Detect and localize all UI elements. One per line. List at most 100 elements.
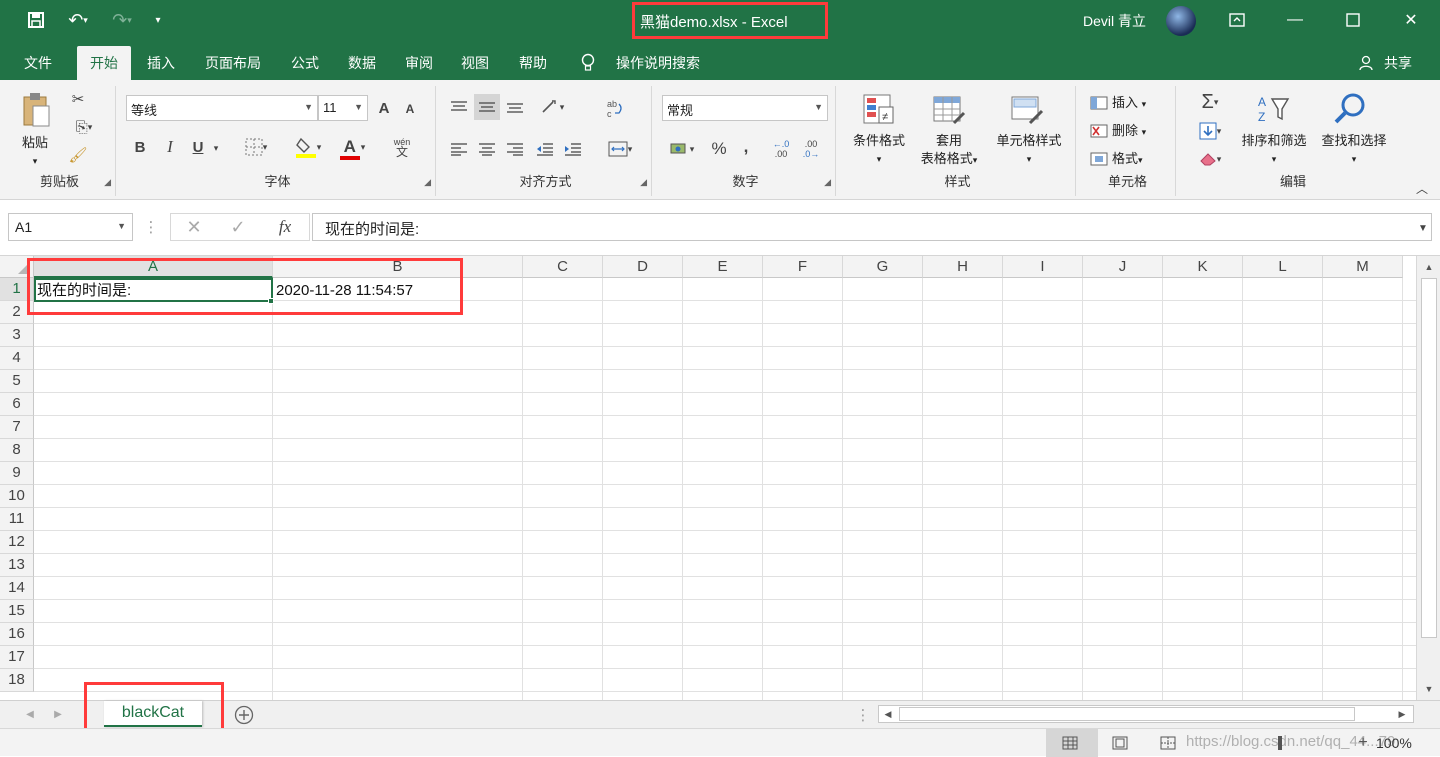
column-header-i[interactable]: I	[1003, 256, 1083, 278]
column-header-k[interactable]: K	[1163, 256, 1243, 278]
tab-help[interactable]: 帮助	[508, 46, 558, 80]
increase-indent-icon[interactable]	[560, 136, 586, 162]
tab-review[interactable]: 审阅	[394, 46, 444, 80]
tell-me-search[interactable]: 操作说明搜索	[608, 46, 708, 80]
row-header-14[interactable]: 14	[0, 577, 34, 600]
format-cells-button[interactable]: 格式▾	[1112, 150, 1172, 169]
insert-cells-icon[interactable]	[1088, 92, 1110, 114]
decrease-font-icon[interactable]: A	[400, 98, 420, 120]
more-options-icon[interactable]: ⋮	[144, 218, 159, 236]
column-header-l[interactable]: L	[1243, 256, 1323, 278]
scroll-left-icon[interactable]: ◀	[881, 707, 895, 721]
comma-style-button[interactable]: ,	[734, 134, 758, 160]
cut-icon[interactable]: ✂	[66, 88, 90, 110]
conditional-formatting-icon[interactable]: ≠	[860, 92, 898, 128]
chevron-down-icon[interactable]: ▾	[844, 150, 914, 168]
collapse-ribbon-icon[interactable]: ︿	[1412, 180, 1432, 196]
clear-icon[interactable]: ▾	[1190, 148, 1230, 170]
save-icon[interactable]	[24, 8, 48, 32]
align-top-icon[interactable]	[446, 94, 472, 120]
cancel-icon[interactable]: ✕	[182, 216, 206, 238]
add-sheet-icon[interactable]	[232, 703, 256, 727]
vertical-scroll-thumb[interactable]	[1421, 278, 1437, 638]
accounting-format-icon[interactable]: ▾	[662, 136, 702, 162]
scroll-down-icon[interactable]: ▼	[1421, 682, 1437, 696]
find-select-button[interactable]: 查找和选择	[1312, 132, 1396, 150]
tab-file[interactable]: 文件	[10, 46, 66, 80]
phonetic-guide-icon[interactable]: wén 文	[380, 132, 424, 162]
align-center-icon[interactable]	[474, 136, 500, 162]
format-as-table-icon[interactable]	[930, 92, 968, 128]
align-bottom-icon[interactable]	[502, 94, 528, 120]
copy-icon[interactable]: ⎘ ▾	[66, 116, 102, 138]
row-header-18[interactable]: 18	[0, 669, 34, 692]
align-left-icon[interactable]	[446, 136, 472, 162]
italic-button[interactable]: I	[158, 134, 182, 160]
dialog-launcher-icon[interactable]: ◢	[824, 177, 831, 188]
insert-function-icon[interactable]: fx	[270, 216, 300, 238]
align-middle-icon[interactable]	[474, 94, 500, 120]
customize-qat-icon[interactable]: ▾	[150, 8, 166, 32]
dialog-launcher-icon[interactable]: ◢	[640, 177, 647, 188]
row-header-13[interactable]: 13	[0, 554, 34, 577]
worksheet-grid[interactable]: ABCDEFGHIJKLM 1 2 3 4 5 6 7 8 9 10 11 12 13 14 15 16 17 1…	[0, 256, 1440, 700]
splitter-handle-icon[interactable]: ⋮	[856, 706, 871, 724]
align-right-icon[interactable]	[502, 136, 528, 162]
ribbon-display-icon[interactable]	[1208, 0, 1266, 40]
autosum-icon[interactable]: Σ ▾	[1190, 90, 1230, 114]
paste-dropdown-icon[interactable]: ▾	[12, 152, 58, 170]
row-header-8[interactable]: 8	[0, 439, 34, 462]
dialog-launcher-icon[interactable]: ◢	[424, 177, 431, 188]
column-header-h[interactable]: H	[923, 256, 1003, 278]
font-name-combo[interactable]: 等线 ▼	[126, 95, 318, 121]
prev-sheet-icon[interactable]: ◀	[22, 706, 38, 722]
tab-data[interactable]: 数据	[338, 46, 386, 80]
bold-button[interactable]: B	[128, 134, 152, 160]
minimize-icon[interactable]: —	[1266, 0, 1324, 40]
font-color-icon[interactable]: A ▾	[332, 132, 372, 162]
expand-formula-bar-icon[interactable]: ▼	[1414, 220, 1432, 236]
wrap-text-icon[interactable]: ab c	[600, 94, 630, 124]
tab-insert[interactable]: 插入	[136, 46, 186, 80]
page-layout-view-icon[interactable]	[1110, 734, 1130, 752]
next-sheet-icon[interactable]: ▶	[50, 706, 66, 722]
enter-icon[interactable]: ✓	[226, 216, 250, 238]
sort-filter-button[interactable]: 排序和筛选	[1232, 132, 1316, 150]
maximize-icon[interactable]	[1324, 0, 1382, 40]
zoom-level[interactable]: 100%	[1376, 735, 1412, 751]
chevron-down-icon[interactable]: ▾	[1312, 150, 1396, 168]
fill-color-icon[interactable]: ▾	[288, 132, 328, 162]
row-header-6[interactable]: 6	[0, 393, 34, 416]
number-format-combo[interactable]: 常规 ▼	[662, 95, 828, 121]
row-header-9[interactable]: 9	[0, 462, 34, 485]
find-select-icon[interactable]	[1330, 90, 1370, 128]
formula-input[interactable]: 现在的时间是:	[312, 213, 1432, 241]
tab-page-layout[interactable]: 页面布局	[196, 46, 270, 80]
tab-home[interactable]: 开始	[77, 46, 131, 80]
row-header-17[interactable]: 17	[0, 646, 34, 669]
scroll-right-icon[interactable]: ▶	[1395, 707, 1409, 721]
row-header-3[interactable]: 3	[0, 324, 34, 347]
chevron-down-icon[interactable]: ▾	[984, 150, 1074, 168]
column-header-c[interactable]: C	[523, 256, 603, 278]
merge-center-icon[interactable]: ▾	[600, 136, 640, 162]
share-button[interactable]: 共享	[1378, 46, 1418, 80]
percent-style-button[interactable]: %	[706, 136, 732, 162]
row-header-10[interactable]: 10	[0, 485, 34, 508]
font-size-combo[interactable]: 11 ▼	[318, 95, 368, 121]
paste-label[interactable]: 粘贴	[12, 134, 58, 152]
insert-cells-button[interactable]: 插入 ▾	[1112, 94, 1172, 113]
zoom-in-icon[interactable]: +	[1354, 733, 1372, 753]
user-name[interactable]: Devil 青立	[1083, 11, 1146, 31]
column-header-f[interactable]: F	[763, 256, 843, 278]
avatar[interactable]	[1166, 6, 1196, 36]
underline-button[interactable]: U	[186, 134, 210, 160]
horizontal-scroll-thumb[interactable]	[899, 707, 1355, 721]
column-header-j[interactable]: J	[1083, 256, 1163, 278]
redo-icon[interactable]: ↷ ▾	[104, 8, 140, 32]
scroll-up-icon[interactable]: ▲	[1421, 260, 1437, 274]
sort-filter-icon[interactable]: AZ	[1254, 92, 1294, 128]
column-header-e[interactable]: E	[683, 256, 763, 278]
orientation-icon[interactable]: ▾	[534, 94, 570, 120]
row-header-15[interactable]: 15	[0, 600, 34, 623]
